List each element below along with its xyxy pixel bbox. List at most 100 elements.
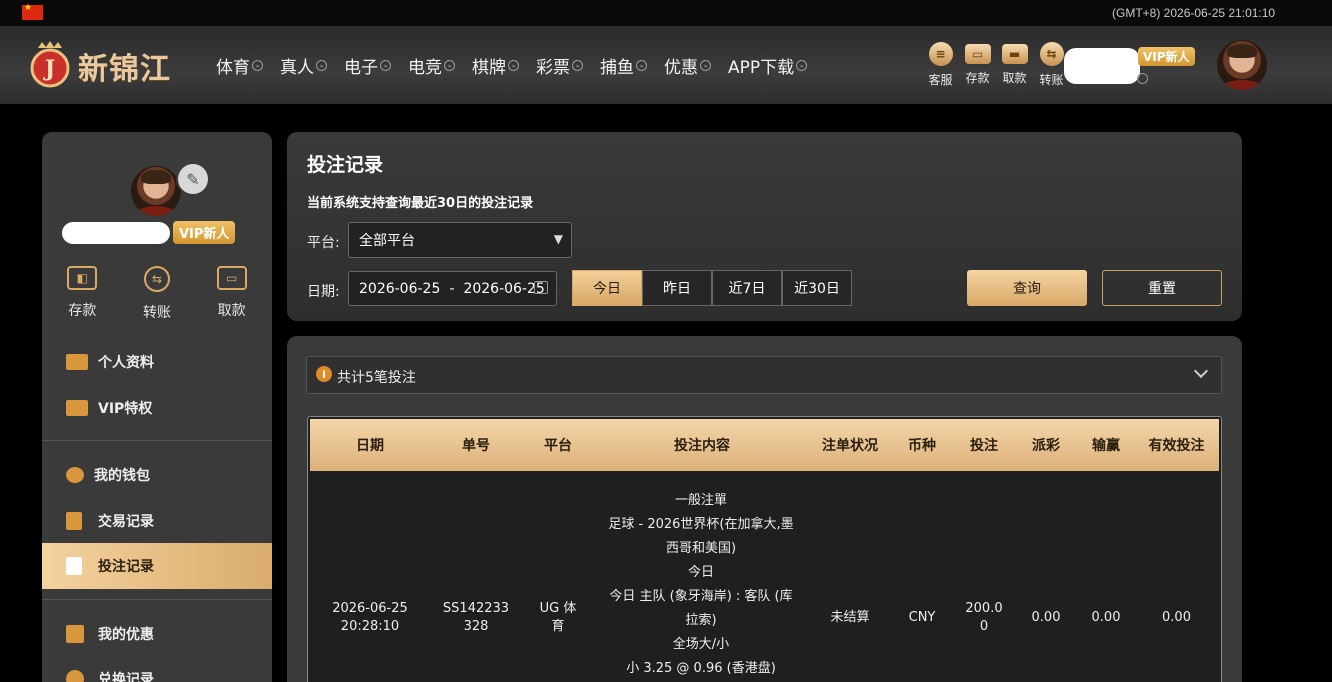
chevron-down-icon: ▼ [553, 232, 563, 246]
action-label: 存款 [68, 303, 97, 319]
cell-date: 2026-06-25 20:28:10 [310, 600, 430, 636]
th-currency: 币种 [908, 438, 936, 454]
menu-label: 兑换记录 [98, 672, 154, 682]
sidebar-actions: ◧ 存款 ⇆ 转账 ▭ 取款 [42, 266, 272, 322]
cell-winloss: 0.00 [1091, 610, 1121, 625]
sidebar-item-bet-records[interactable]: 投注记录 [42, 543, 272, 589]
profile-avatar [131, 166, 181, 216]
cell-order-part: 328 [463, 619, 489, 634]
header-deposit-button[interactable]: ▭ 存款 [959, 42, 996, 88]
chevron-down-icon: ⌄ [380, 59, 391, 71]
range-yesterday-button[interactable]: 昨日 [642, 270, 712, 306]
bet-content-line: 小 3.25 @ 0.96 (香港盘) [626, 661, 776, 676]
cell-platform: UG 体育 [522, 600, 594, 636]
calendar-icon [534, 281, 548, 294]
wallet-icon: ◧ [67, 266, 98, 290]
chevron-down-icon: ⌄ [252, 59, 263, 71]
bet-content-line: 西哥和美国) [665, 541, 737, 556]
sidebar-withdraw-button[interactable]: ▭ 取款 [202, 266, 262, 322]
range-today-button[interactable]: 今日 [572, 270, 642, 306]
bet-content-line: 拉索) [685, 613, 717, 628]
chevron-down-icon: ⌄ [444, 59, 455, 71]
exchange-icon [66, 670, 84, 682]
menu-label: VIP特权 [98, 401, 153, 417]
cell-date-time: 20:28:10 [340, 619, 400, 634]
nav-label: 真人 [280, 57, 314, 78]
sidebar-item-transactions[interactable]: 交易记录 [42, 498, 272, 544]
header-avatar[interactable] [1217, 40, 1267, 90]
cell-order: SS142233 328 [430, 600, 522, 636]
cell-payout: 0.00 [1031, 610, 1061, 625]
th-valid: 有效投注 [1148, 438, 1205, 454]
summary-bar[interactable] [306, 356, 1222, 394]
nav-cards[interactable]: 棋牌 ⌄ [472, 53, 519, 78]
profile-icon [66, 354, 88, 370]
query-button[interactable]: 查询 [967, 270, 1087, 306]
chevron-down-icon: ⌄ [636, 59, 647, 71]
user-menu-chevron-icon[interactable] [1137, 73, 1148, 84]
divider [42, 440, 272, 441]
vip-icon [66, 400, 88, 416]
sidebar-item-exchange[interactable]: 兑换记录 [42, 656, 272, 682]
bet-content-line: 今日 主队 (象牙海岸) : 客队 (库 [609, 589, 793, 604]
nav-slots[interactable]: 电子 ⌄ [344, 53, 391, 78]
logo-badge-icon: J [30, 41, 70, 88]
nav-label: 棋牌 [472, 57, 506, 78]
bet-content-line: 足球 - 2026世界杯(在加拿大,墨 [608, 517, 794, 532]
page-subtitle: 当前系统支持查询最近30日的投注记录 [307, 196, 534, 211]
range-30days-button[interactable]: 近30日 [782, 270, 852, 306]
menu-label: 投注记录 [98, 559, 154, 575]
nav-sports[interactable]: 体育 ⌄ [216, 53, 263, 78]
nav-app-download[interactable]: APP下载 ⌄ [728, 53, 808, 78]
chat-icon: ≡ [928, 42, 953, 66]
chevron-down-icon: ⌄ [796, 59, 808, 71]
th-order: 单号 [462, 438, 490, 454]
nav-promotions[interactable]: 优惠 ⌄ [664, 53, 711, 78]
cell-status: 未结算 [830, 610, 870, 625]
bet-record-icon [66, 557, 82, 575]
bet-content-line: 全场大/小 [672, 637, 730, 652]
bet-content-line: 今日 [687, 565, 714, 580]
bet-content-line: 一般注單 [674, 493, 727, 508]
sidebar-deposit-button[interactable]: ◧ 存款 [52, 266, 112, 322]
piggy-bank-icon [66, 467, 84, 483]
info-icon: i [316, 366, 332, 382]
cell-currency: CNY [908, 610, 936, 625]
sidebar-item-wallet[interactable]: 我的钱包 [42, 452, 272, 498]
nav-lottery[interactable]: 彩票 ⌄ [536, 53, 583, 78]
date-range-input[interactable]: 2026-06-25 - 2026-06-25 [348, 271, 557, 306]
sidebar-transfer-button[interactable]: ⇆ 转账 [127, 266, 187, 322]
nav-esports[interactable]: 电竞 ⌄ [408, 53, 455, 78]
transfer-icon: ⇆ [1039, 42, 1064, 66]
table-header: 日期 单号 平台 投注内容 注单状况 币种 投注 派彩 输赢 有效投注 [310, 419, 1219, 471]
china-flag-icon[interactable] [22, 3, 43, 20]
cell-platform-part: 育 [551, 619, 565, 634]
platform-select[interactable]: 全部平台 ▼ [348, 222, 572, 258]
date-from: 2026-06-25 [359, 280, 441, 297]
menu-label: 我的钱包 [94, 468, 150, 484]
header-withdraw-button[interactable]: ▬ 取款 [996, 42, 1033, 88]
range-7days-button[interactable]: 近7日 [712, 270, 782, 306]
divider [42, 599, 272, 600]
nav-fishing[interactable]: 捕鱼 ⌄ [600, 53, 647, 78]
th-content: 投注内容 [674, 438, 730, 454]
logo[interactable]: J 新锦江 [28, 36, 188, 92]
nav-label: 优惠 [664, 57, 698, 78]
edit-profile-icon[interactable]: ✎ [176, 162, 210, 196]
logo-text: 新锦江 [78, 52, 171, 87]
nav-live[interactable]: 真人 ⌄ [280, 53, 327, 78]
nav-label: 电子 [344, 57, 378, 78]
wallet-icon: ▭ [964, 44, 991, 64]
tool-label: 取款 [1002, 71, 1027, 85]
reset-button[interactable]: 重置 [1102, 270, 1222, 306]
sidebar-item-promotions[interactable]: 我的优惠 [42, 611, 272, 657]
date-label: 日期: [307, 284, 340, 300]
cell-valid: 0.00 [1162, 610, 1191, 625]
sidebar-item-vip[interactable]: VIP特权 [42, 385, 272, 431]
server-time: (GMT+8) 2026-06-25 21:01:10 [1112, 6, 1276, 20]
svg-text:J: J [43, 56, 55, 82]
cell-date-day: 2026-06-25 [332, 601, 408, 616]
sidebar-item-profile[interactable]: 个人资料 [42, 339, 272, 385]
customer-service-button[interactable]: ≡ 客服 [922, 42, 959, 88]
cell-order-part: SS142233 [442, 601, 510, 616]
